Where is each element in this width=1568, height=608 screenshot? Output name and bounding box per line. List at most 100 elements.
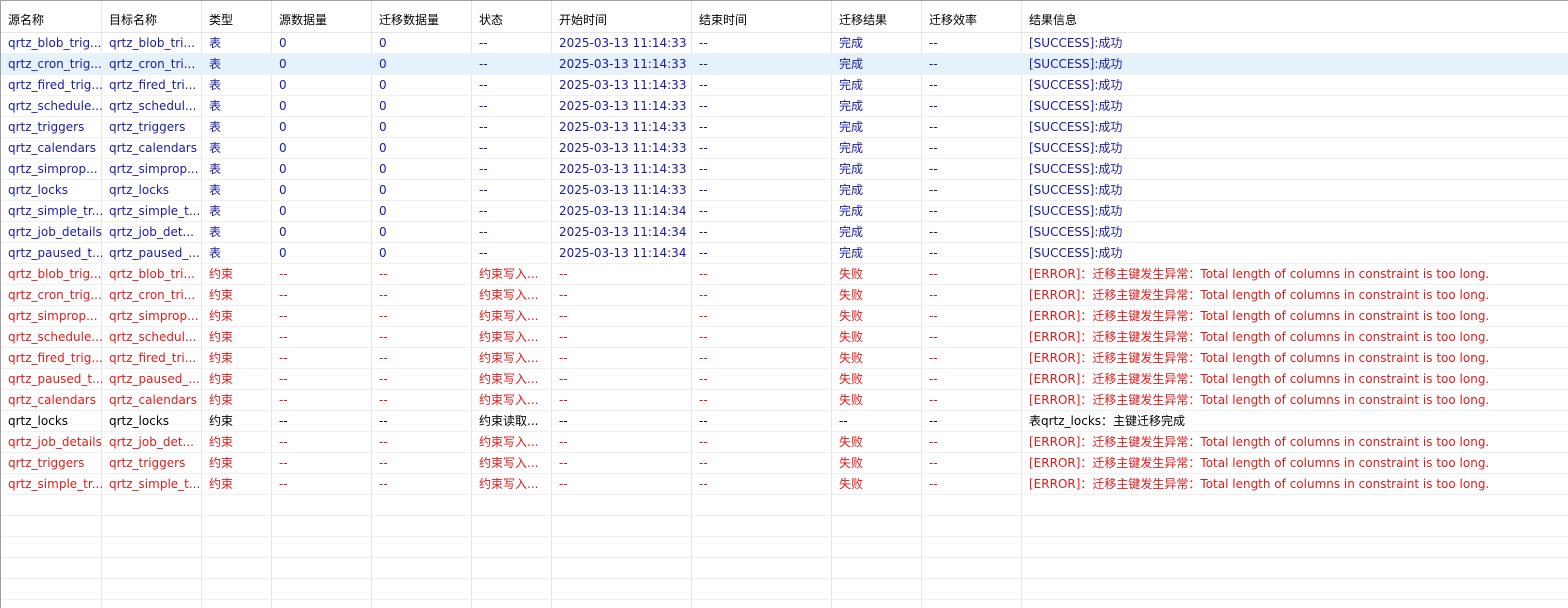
table-row[interactable]: qrtz_job_details qrtz_job_det... 约束 -- -- 约束写… [1,432,1568,453]
table-cell: -- [279,414,288,428]
table-cell: 约束写入... [479,267,539,281]
table-cell: -- [699,225,708,239]
table-cell: -- [699,393,708,407]
column-header[interactable]: 类型 [202,9,272,32]
table-row[interactable]: qrtz_job_details qrtz_job_det... 表 0 0 -- 2025… [1,222,1568,243]
table-row[interactable]: qrtz_fired_trig... qrtz_fired_tri... 表 0 0 --… [1,75,1568,96]
table-cell: 约束写入... [479,477,539,491]
column-header[interactable]: 目标名称 [102,9,202,32]
table-row[interactable]: qrtz_simprop... qrtz_simprop... 表 0 0 -- 2025-… [1,159,1568,180]
table-row[interactable]: qrtz_schedule... qrtz_schedul... 约束 -- -- 约束写… [1,327,1568,348]
table-cell: -- [929,456,938,470]
table-cell: 约束写入... [479,309,539,323]
table-cell: 完成 [839,204,864,218]
column-header[interactable]: 迁移结果 [832,9,922,32]
table-cell: [SUCCESS]:成功 [1029,162,1123,176]
table-cell: [SUCCESS]:成功 [1029,141,1123,155]
table-cell: -- [479,183,488,197]
table-row[interactable]: qrtz_paused_t... qrtz_paused_... 约束 -- -- 约束写… [1,369,1568,390]
table-cell: 0 [279,78,287,92]
table-cell: 约束写入... [479,372,539,386]
table-cell: -- [559,309,568,323]
table-cell: 完成 [839,141,864,155]
table-cell: 完成 [839,57,864,71]
table-cell: 完成 [839,162,864,176]
table-cell: 约束 [209,309,234,323]
table-cell: -- [929,141,938,155]
table-cell: -- [479,162,488,176]
table-cell: 0 [279,120,287,134]
table-cell: [SUCCESS]:成功 [1029,225,1123,239]
table-cell: -- [279,372,288,386]
table-cell: 0 [279,36,287,50]
table-row[interactable]: qrtz_calendars qrtz_calendars 表 0 0 -- 2025-03… [1,138,1568,159]
table-cell: -- [559,330,568,344]
table-cell: qrtz_triggers [8,120,85,134]
table-row[interactable]: qrtz_locks qrtz_locks 约束 -- -- 约束读取... -- -- -- -… [1,411,1568,432]
table-row[interactable]: qrtz_triggers qrtz_triggers 约束 -- -- 约束写入... -… [1,453,1568,474]
table-cell: -- [559,456,568,470]
table-cell: -- [699,120,708,134]
column-header[interactable]: 源数据量 [272,9,372,32]
table-cell: qrtz_cron_trig... [8,288,102,302]
table-cell: qrtz_triggers [109,456,186,470]
table-row[interactable]: qrtz_cron_trig... qrtz_cron_tri... 约束 -- -- 约… [1,285,1568,306]
table-cell: 0 [279,225,287,239]
table-row[interactable]: qrtz_simple_tr... qrtz_simple_t... 表 0 0 -- 20… [1,201,1568,222]
table-row[interactable]: qrtz_triggers qrtz_triggers 表 0 0 -- 2025-03-1… [1,117,1568,138]
table-cell: 2025-03-13 11:14:33 [559,57,687,71]
table-cell: 失败 [839,288,864,302]
table-cell: [ERROR]：迁移主键发生异常：Total length of columns… [1029,309,1490,323]
table-cell: -- [699,435,708,449]
column-header[interactable]: 迁移数据量 [372,9,472,32]
table-row[interactable]: qrtz_calendars qrtz_calendars 约束 -- -- 约束写入..… [1,390,1568,411]
table-cell: 2025-03-13 11:14:34 [559,246,687,260]
table-cell: 表 [209,246,222,260]
table-cell: 约束 [209,330,234,344]
table-cell: qrtz_locks [8,183,69,197]
table-cell: 2025-03-13 11:14:33 [559,162,687,176]
column-header[interactable]: 开始时间 [552,9,692,32]
table-cell: 0 [279,99,287,113]
table-cell: 表 [209,99,222,113]
table-cell: qrtz_cron_tri... [109,288,196,302]
table-cell: -- [479,99,488,113]
table-cell: -- [699,36,708,50]
column-header[interactable]: 状态 [472,9,552,32]
table-cell: -- [699,414,708,428]
column-header[interactable]: 迁移效率 [922,9,1022,32]
table-cell: qrtz_cron_trig... [8,57,102,71]
table-cell: qrtz_job_det... [109,435,194,449]
column-header[interactable]: 源名称 [1,9,102,32]
table-cell: 失败 [839,393,864,407]
table-cell: 0 [379,225,387,239]
column-header[interactable]: 结束时间 [692,9,832,32]
table-row[interactable]: qrtz_paused_t... qrtz_paused_... 表 0 0 -- 2025… [1,243,1568,264]
table-row[interactable]: qrtz_blob_trig... qrtz_blob_tri... 约束 -- -- 约… [1,264,1568,285]
table-cell: qrtz_locks [8,414,69,428]
table-cell: qrtz_simprop... [109,309,199,323]
table-cell: -- [479,78,488,92]
empty-row [1,495,1568,516]
table-cell: -- [929,330,938,344]
table-cell: 完成 [839,99,864,113]
table-cell: -- [279,393,288,407]
table-row[interactable]: qrtz_simprop... qrtz_simprop... 约束 -- -- 约束写入… [1,306,1568,327]
table-cell: -- [699,78,708,92]
table-cell: qrtz_paused_... [109,372,200,386]
table-cell: 约束 [209,477,234,491]
table-cell: 完成 [839,183,864,197]
table-row[interactable]: qrtz_cron_trig... qrtz_cron_tri... 表 0 0 -- 20… [1,54,1568,75]
table-row[interactable]: qrtz_blob_trig... qrtz_blob_tri... 表 0 0 -- 20… [1,33,1568,54]
table-cell: qrtz_cron_tri... [109,57,196,71]
table-cell: qrtz_blob_tri... [109,36,195,50]
column-header[interactable]: 结果信息 [1022,9,1568,32]
table-row[interactable]: qrtz_simple_tr... qrtz_simple_t... 约束 -- -- 约… [1,474,1568,495]
table-cell: [SUCCESS]:成功 [1029,246,1123,260]
migration-results-grid: 源名称 目标名称 类型 源数据量 迁移数据量 状态 开始时间 结束时间 迁移结果 迁移效率 结果信息… [0,0,1568,608]
table-cell: [SUCCESS]:成功 [1029,78,1123,92]
table-row[interactable]: qrtz_locks qrtz_locks 表 0 0 -- 2025-03-13 11:1… [1,180,1568,201]
table-row[interactable]: qrtz_fired_trig... qrtz_fired_tri... 约束 -- -… [1,348,1568,369]
table-cell: qrtz_simple_t... [109,477,201,491]
table-row[interactable]: qrtz_schedule... qrtz_schedul... 表 0 0 -- 2025… [1,96,1568,117]
